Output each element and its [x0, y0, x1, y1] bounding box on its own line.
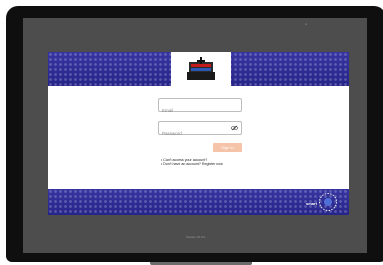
version-text: Version 10.0.0	[186, 235, 206, 239]
sign-in-button[interactable]: Sign In	[213, 143, 242, 152]
email-input[interactable]	[159, 104, 232, 117]
camera-icon: ◦	[305, 22, 308, 28]
logo-box	[171, 52, 231, 86]
eye-off-icon[interactable]	[231, 125, 238, 131]
footer-banner	[48, 189, 349, 215]
password-input[interactable]	[159, 127, 232, 140]
email-field[interactable]	[158, 98, 242, 117]
smart-brand-text: smart	[306, 201, 317, 206]
password-field[interactable]	[158, 121, 242, 140]
sentry-logo-icon	[187, 57, 215, 80]
help-links: Can't access your account? Don't have an…	[161, 158, 223, 167]
register-link[interactable]: Don't have an account? Register now	[161, 162, 223, 166]
